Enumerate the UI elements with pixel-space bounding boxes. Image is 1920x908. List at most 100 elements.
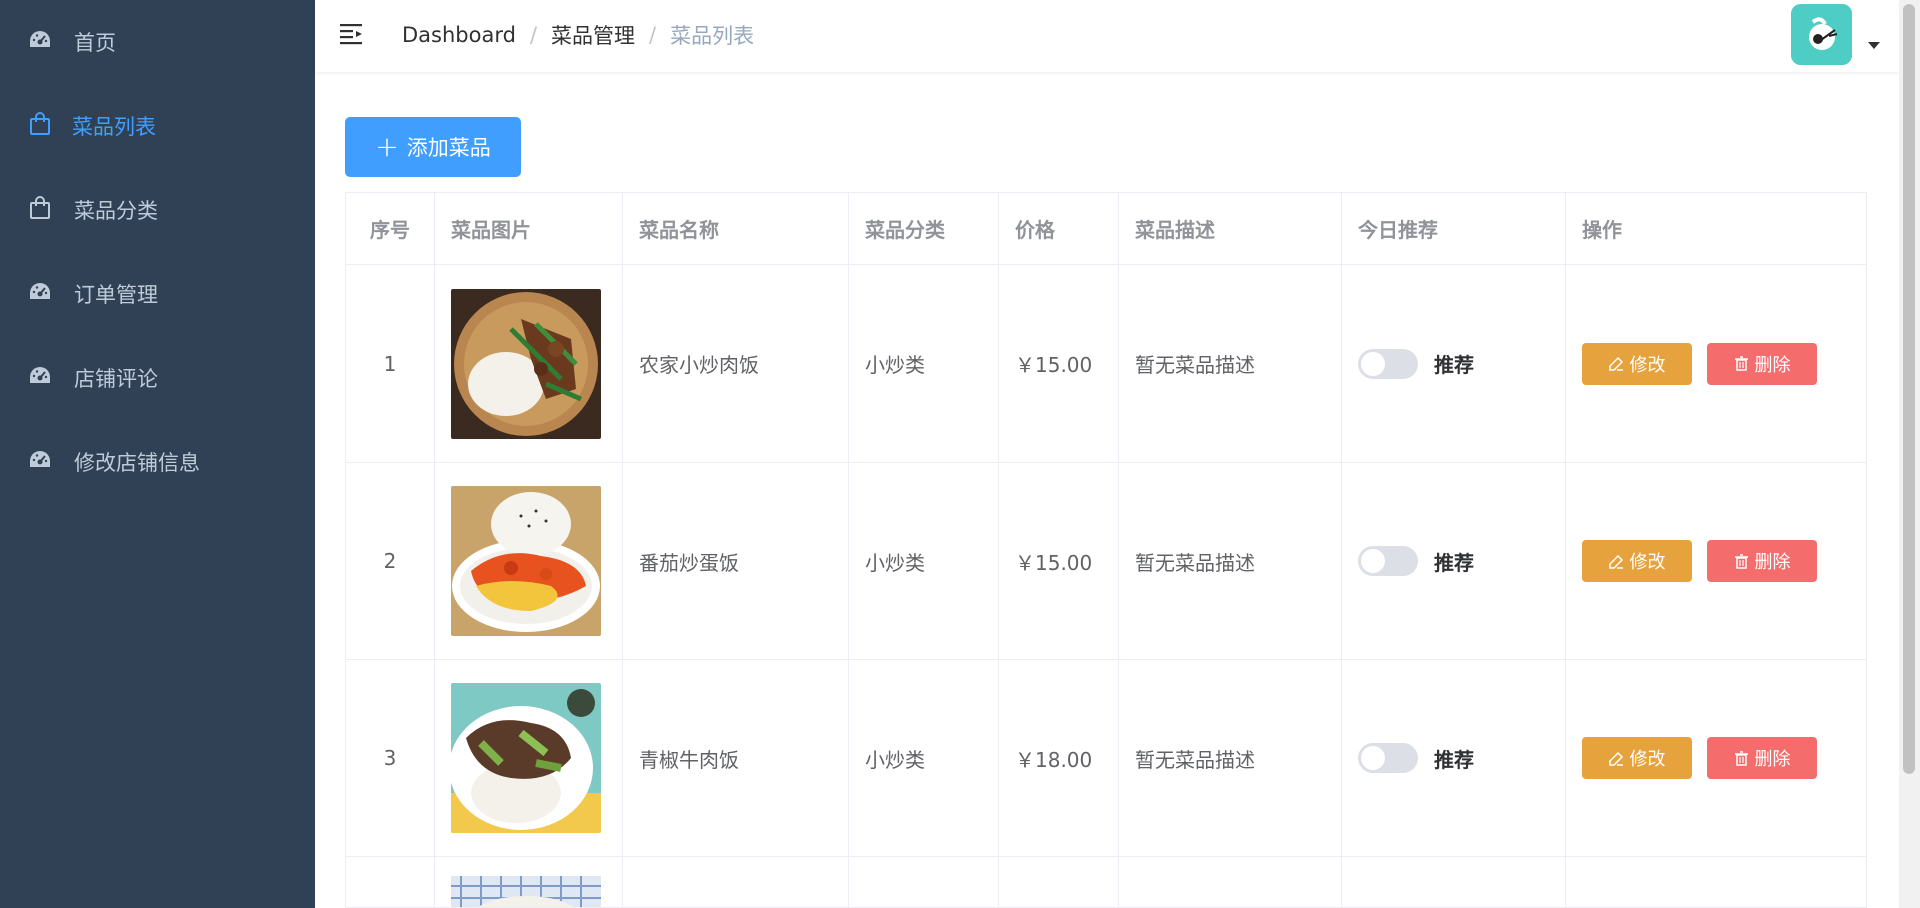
dashboard-icon <box>28 280 52 304</box>
row-index: 1 <box>346 265 435 462</box>
add-dish-label: 添加菜品 <box>406 136 491 160</box>
hamburger-icon[interactable] <box>339 22 365 46</box>
breadcrumb-separator: / <box>649 23 657 47</box>
empty-cell <box>623 857 849 907</box>
edit-label: 修改 <box>1629 552 1666 573</box>
dashboard-icon <box>28 28 52 52</box>
breadcrumb-item-dish-management[interactable]: 菜品管理 <box>551 20 635 50</box>
empty-cell <box>849 857 999 907</box>
sidebar-item-shop-info[interactable]: 修改店铺信息 <box>0 420 315 504</box>
edit-label: 修改 <box>1629 354 1666 376</box>
navbar: Dashboard / 菜品管理 / 菜品列表 <box>315 0 1899 72</box>
actions-cell: 修改 删除 <box>1566 265 1866 462</box>
sidebar-item-label: 修改店铺信息 <box>74 451 200 475</box>
table-row <box>346 857 1866 907</box>
sidebar-item-dish-category[interactable]: 菜品分类 <box>0 168 315 252</box>
breadcrumb-separator: / <box>529 23 538 47</box>
recommend-switch[interactable] <box>1358 743 1418 773</box>
dish-description: 暂无菜品描述 <box>1119 660 1342 856</box>
dish-name: 农家小炒肉饭 <box>623 265 849 462</box>
dish-image-cell <box>435 463 623 659</box>
column-header-recommend: 今日推荐 <box>1342 193 1566 264</box>
avatar[interactable] <box>1791 4 1852 65</box>
sidebar-item-reviews[interactable]: 店铺评论 <box>0 336 315 420</box>
sidebar-item-label: 订单管理 <box>74 283 158 307</box>
recommend-label: 推荐 <box>1434 550 1474 575</box>
add-dish-button[interactable]: + 添加菜品 <box>345 117 521 177</box>
dish-image <box>451 486 601 636</box>
trash-icon <box>1734 553 1749 569</box>
recommend-cell: 推荐 <box>1342 660 1566 856</box>
column-header-index: 序号 <box>346 193 435 264</box>
dish-description: 暂无菜品描述 <box>1119 265 1342 462</box>
column-header-name: 菜品名称 <box>623 193 849 264</box>
delete-label: 删除 <box>1754 749 1791 770</box>
delete-button[interactable]: 删除 <box>1707 540 1817 582</box>
dish-image <box>451 683 601 833</box>
dish-price: ￥15.00 <box>999 463 1119 659</box>
dish-name: 番茄炒蛋饭 <box>623 463 849 659</box>
dish-image-cell <box>435 660 623 856</box>
dish-name: 青椒牛肉饭 <box>623 660 849 856</box>
breadcrumb: Dashboard / 菜品管理 / 菜品列表 <box>402 20 754 50</box>
table-row: 1 农家小炒肉饭 小炒类 ￥15.00 暂无菜品描述 推荐 修改 删除 <box>346 265 1866 463</box>
shopping-bag-icon <box>28 112 52 136</box>
caret-down-icon[interactable] <box>1868 42 1880 49</box>
trash-icon <box>1734 356 1749 371</box>
dish-description: 暂无菜品描述 <box>1119 463 1342 659</box>
dish-price: ￥15.00 <box>999 265 1119 462</box>
recommend-cell: 推荐 <box>1342 265 1566 462</box>
edit-button[interactable]: 修改 <box>1582 540 1692 582</box>
table-header-row: 序号 菜品图片 菜品名称 菜品分类 价格 菜品描述 今日推荐 操作 <box>346 193 1866 265</box>
recommend-label: 推荐 <box>1434 747 1474 772</box>
sidebar-item-label: 首页 <box>74 31 116 55</box>
sidebar-item-label: 店铺评论 <box>74 367 158 391</box>
sidebar: 首页 菜品列表 菜品分类 订单管理 店铺评论 修改店铺信息 <box>0 0 315 908</box>
edit-button[interactable]: 修改 <box>1582 737 1692 779</box>
table-row: 2 番茄炒蛋饭 小炒类 ￥15.00 暂无菜品描述 推荐 修改 删除 <box>346 463 1866 660</box>
edit-icon <box>1608 356 1624 371</box>
column-header-category: 菜品分类 <box>849 193 999 264</box>
breadcrumb-item-current: 菜品列表 <box>670 24 755 48</box>
sidebar-item-dish-list[interactable]: 菜品列表 <box>0 84 315 168</box>
edit-icon <box>1608 554 1624 569</box>
dish-category: 小炒类 <box>849 265 999 462</box>
dish-category: 小炒类 <box>849 660 999 856</box>
empty-cell <box>999 857 1119 907</box>
dashboard-icon <box>28 364 52 388</box>
empty-cell <box>1119 857 1342 907</box>
delete-button[interactable]: 删除 <box>1707 342 1817 385</box>
breadcrumb-item-dashboard[interactable]: Dashboard <box>402 23 516 47</box>
column-header-image: 菜品图片 <box>435 193 623 264</box>
column-header-description: 菜品描述 <box>1119 193 1342 264</box>
dish-category: 小炒类 <box>849 463 999 659</box>
scrollbar-thumb[interactable] <box>1903 4 1915 774</box>
shopping-bag-icon <box>28 196 52 220</box>
column-header-actions: 操作 <box>1582 218 1622 242</box>
empty-cell <box>1342 857 1566 907</box>
edit-icon <box>1608 751 1624 766</box>
delete-button[interactable]: 删除 <box>1707 737 1817 779</box>
dish-image <box>451 288 601 439</box>
actions-cell: 修改 删除 <box>1566 660 1866 856</box>
recommend-switch[interactable] <box>1358 546 1418 576</box>
row-index: 3 <box>346 660 435 856</box>
dish-price: ￥18.00 <box>999 660 1119 856</box>
recommend-switch[interactable] <box>1358 348 1418 379</box>
dish-table: 序号 菜品图片 菜品名称 菜品分类 价格 菜品描述 今日推荐 操作 1 农家小炒 <box>345 192 1867 908</box>
sidebar-item-home[interactable]: 首页 <box>0 0 315 84</box>
dish-image-cell <box>435 857 623 907</box>
recommend-label: 推荐 <box>1434 353 1474 377</box>
sidebar-item-label: 菜品列表 <box>72 115 156 139</box>
trash-icon <box>1734 750 1749 766</box>
row-index-cell <box>346 857 435 907</box>
recommend-cell: 推荐 <box>1342 463 1566 659</box>
edit-button[interactable]: 修改 <box>1582 342 1692 385</box>
plus-icon: + <box>375 130 399 163</box>
empty-cell <box>1566 857 1866 907</box>
sidebar-item-orders[interactable]: 订单管理 <box>0 252 315 336</box>
delete-label: 删除 <box>1754 354 1791 376</box>
sidebar-item-label: 菜品分类 <box>74 199 158 223</box>
dashboard-icon <box>28 448 52 472</box>
row-index: 2 <box>346 463 435 659</box>
